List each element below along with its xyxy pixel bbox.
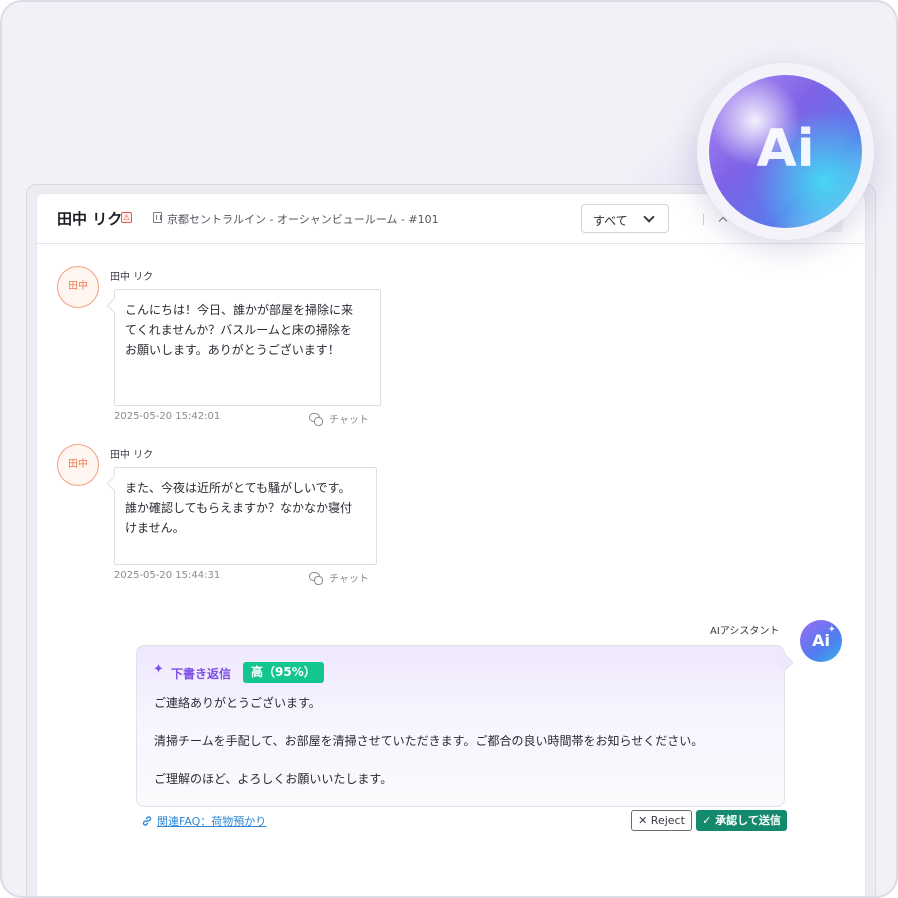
chevron-up-icon[interactable] [718,216,728,226]
draft-paragraph: ご理解のほど、よろしくお願いいたします。 [154,772,393,786]
message-channel: チャット [329,415,369,426]
ai-orb-text: Ai [756,119,815,179]
message-line: けません。 [125,521,185,535]
chat-icon [309,413,323,426]
draft-body[interactable]: ご連絡ありがとうございます。 清掃チームを手配して、お部屋を清掃させていただきま… [154,694,703,808]
filter-value: すべて [593,214,628,228]
message-line: 誰か確認してもらえますか？なかなか寝付 [125,501,353,515]
building-icon [153,212,162,223]
sparkle-icon: ✦ [828,625,836,635]
draft-paragraph: ご連絡ありがとうございます。 [154,696,321,710]
draft-title: 下書き返信 [171,667,232,681]
message-channel: チャット [329,574,369,585]
header-divider [703,214,704,225]
approve-send-button[interactable]: ✓ 承認して送信 [696,810,787,831]
ai-assistant-avatar: Ai ✦ [800,620,842,662]
guest-name: 田中 リク [57,210,123,228]
room-label: 京都セントラルイン - オーシャンビュールーム - #101 [167,213,439,226]
reject-button[interactable]: ✕ Reject [631,810,692,831]
message-timestamp: 2025-05-20 15:42:01 [114,411,221,422]
confidence-badge: 高（95%） [243,662,324,683]
chevron-down-icon [643,211,655,223]
message-sender: 田中 リク [110,450,154,461]
ai-assistant-label: AIアシスタント [710,626,780,637]
message-filter-select[interactable]: すべて [581,204,669,233]
sparkle-icon: ✦ [153,662,164,677]
ai-orb-logo: Ai [697,63,874,240]
message-line: お願いします。ありがとうございます！ [125,343,340,357]
message-line: こんにちは！今日、誰かが部屋を掃除に来 [125,303,354,317]
conversation-panel: 田中 リク ⚠ 京都セントラルイン - オーシャンビュールーム - #101 す… [37,194,865,896]
link-icon [142,816,152,826]
related-faq-link[interactable]: 関連FAQ：荷物預かり [157,813,266,829]
guest-alert-icon: ⚠ [121,212,132,223]
guest-avatar: 田中 [57,266,99,308]
message-line: てくれませんか？バスルームと床の掃除を [125,323,352,337]
message-bubble: また、今夜は近所がとても騒がしいです。 誰か確認してもらえますか？なかなか寝付 … [114,467,377,565]
message-timestamp: 2025-05-20 15:44:31 [114,570,221,581]
message-sender: 田中 リク [110,272,154,283]
draft-reply-card: ✦ 下書き返信 高（95%） ご連絡ありがとうございます。 清掃チームを手配して… [136,645,785,807]
message-bubble: こんにちは！今日、誰かが部屋を掃除に来 てくれませんか？バスルームと床の掃除を … [114,289,381,406]
chat-icon [309,572,323,585]
app-frame: 田中 リク ⚠ 京都セントラルイン - オーシャンビュールーム - #101 す… [0,0,898,898]
guest-avatar: 田中 [57,444,99,486]
message-line: また、今夜は近所がとても騒がしいです。 [125,481,351,495]
ai-orb-sphere: Ai [709,75,862,228]
draft-paragraph: 清掃チームを手配して、お部屋を清掃させていただきます。ご都合の良い時間帯をお知ら… [154,734,704,748]
